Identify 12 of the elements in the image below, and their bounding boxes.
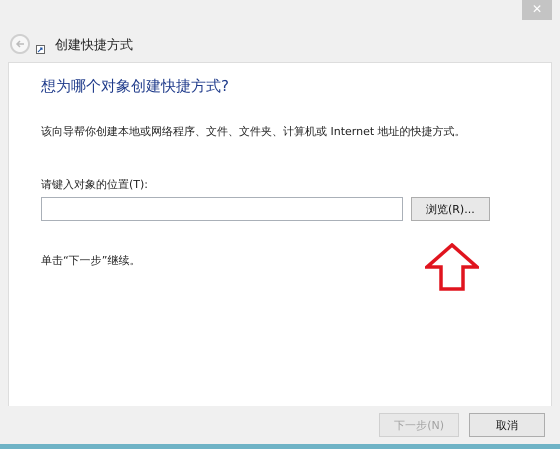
back-arrow-icon	[15, 39, 25, 49]
browse-button[interactable]: 浏览(R)...	[411, 197, 490, 221]
up-arrow-icon	[425, 243, 479, 291]
heading: 想为哪个对象创建快捷方式?	[41, 77, 230, 96]
description: 该向导帮你创建本地或网络程序、文件、文件夹、计算机或 Internet 地址的快捷方式。	[41, 124, 467, 139]
location-label: 请键入对象的位置(T):	[41, 177, 150, 192]
location-field[interactable]	[41, 197, 403, 221]
cancel-button[interactable]: 取消	[469, 413, 545, 437]
window-title: 创建快捷方式	[55, 37, 133, 54]
back-button[interactable]	[10, 34, 30, 54]
hint-text: 单击“下一步”继续。	[41, 253, 142, 268]
shortcut-icon	[36, 45, 45, 54]
